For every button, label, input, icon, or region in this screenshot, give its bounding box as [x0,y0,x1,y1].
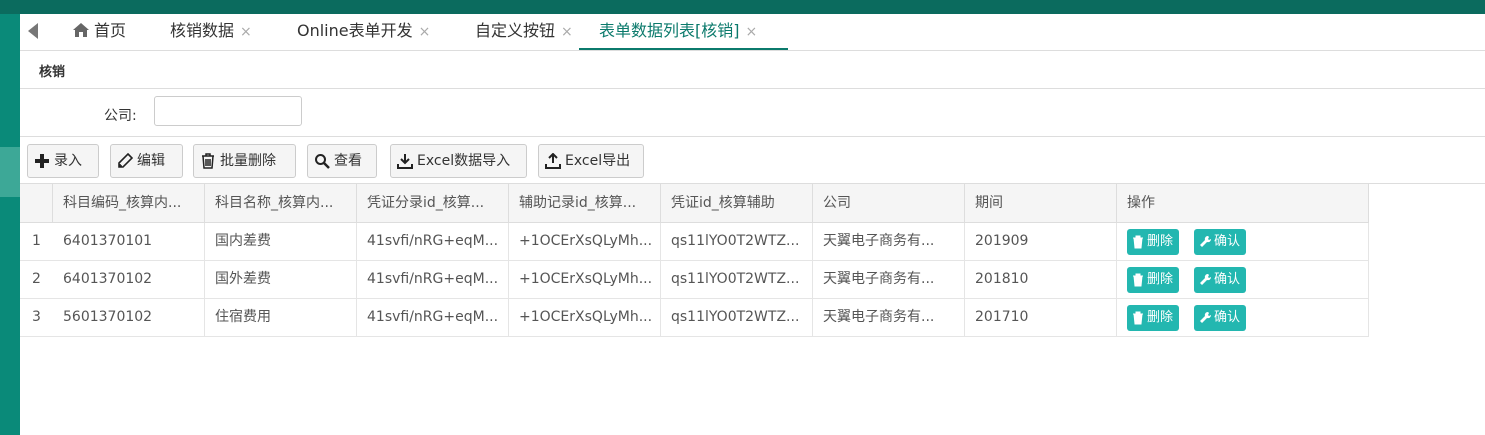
wrench-icon [1200,235,1211,247]
close-icon[interactable]: × [419,24,431,40]
table-cell[interactable]: 天翼电子商务有... [813,299,965,337]
row-delete-button[interactable]: 删除 [1127,267,1180,293]
table-cell[interactable]: 住宿费用 [205,299,357,337]
excel-export-button[interactable]: Excel导出 [538,144,644,178]
table-cell[interactable]: qs11lYO0T2WTZ... [661,299,813,337]
download-icon [397,154,413,169]
tab-bar: 首页 核销数据 × Online表单开发 × 自定义按钮 × 表单数据列表[核销] × [20,14,1485,51]
batch-delete-button[interactable]: 批量删除 [193,144,296,178]
table-cell[interactable]: 41svfi/nRG+eqM... [357,299,509,337]
table-cell[interactable]: 201810 [965,261,1117,299]
plus-icon [35,154,49,168]
row-actions: 删除 确认 [1117,261,1369,299]
tab-home[interactable]: 首页 [73,14,126,48]
search-icon [315,154,330,169]
search-form: 公司: [20,89,1485,137]
wrench-icon [1200,311,1211,323]
row-confirm-button[interactable]: 确认 [1194,305,1247,331]
table-cell[interactable]: +1OCErXsQLyMh... [509,261,661,299]
column-header[interactable]: 科目名称_核算内... [205,184,357,222]
table-cell[interactable]: 201909 [965,223,1117,261]
upload-icon [545,153,561,169]
column-header[interactable]: 辅助记录id_核算... [509,184,661,222]
row-actions: 删除 确认 [1117,223,1369,261]
table-cell[interactable]: 5601370102 [53,299,205,337]
table-cell[interactable]: 天翼电子商务有... [813,261,965,299]
row-confirm-button[interactable]: 确认 [1194,267,1247,293]
view-button[interactable]: 查看 [307,144,377,178]
wrench-icon [1200,273,1211,285]
table-cell[interactable]: 6401370101 [53,223,205,261]
edit-button-label: 编辑 [137,153,165,169]
row-number-header [20,184,53,222]
row-confirm-button[interactable]: 确认 [1194,229,1247,255]
tab-label: 表单数据列表[核销] [599,21,740,40]
table-cell[interactable]: 6401370102 [53,261,205,299]
company-input[interactable] [154,96,302,126]
tab-label: Online表单开发 [297,21,413,40]
sidebar-active-indicator [0,147,20,197]
table-cell[interactable]: 41svfi/nRG+eqM... [357,261,509,299]
view-button-label: 查看 [334,153,362,169]
excel-export-button-label: Excel导出 [565,153,631,169]
trash-icon [202,153,214,169]
row-number: 2 [20,261,53,299]
table-cell[interactable]: 201710 [965,299,1117,337]
tab-writeoff-data[interactable]: 核销数据 × [170,14,252,48]
table-cell[interactable]: qs11lYO0T2WTZ... [661,223,813,261]
add-button-label: 录入 [54,153,82,169]
table-cell[interactable]: 国内差费 [205,223,357,261]
page-title: 核销 [39,65,66,80]
tab-label: 首页 [94,21,127,40]
row-confirm-label: 确认 [1214,234,1241,249]
close-icon[interactable]: × [240,24,252,40]
row-delete-label: 删除 [1147,310,1174,325]
edit-button[interactable]: 编辑 [110,144,183,178]
tab-scroll-left-icon[interactable] [28,23,38,39]
panel-header: 核销 [20,51,1485,89]
table-cell[interactable]: 41svfi/nRG+eqM... [357,223,509,261]
tab-online-form-dev[interactable]: Online表单开发 × [297,14,430,48]
row-delete-button[interactable]: 删除 [1127,229,1180,255]
company-label: 公司: [104,108,137,124]
column-header[interactable]: 期间 [965,184,1117,222]
tab-label: 核销数据 [170,21,235,40]
tab-form-data-list[interactable]: 表单数据列表[核销] × [579,14,788,50]
pencil-icon [118,153,133,168]
table-cell[interactable]: 天翼电子商务有... [813,223,965,261]
close-icon[interactable]: × [561,24,573,40]
row-actions: 删除 确认 [1117,299,1369,337]
column-header[interactable]: 公司 [813,184,965,222]
table-cell[interactable]: qs11lYO0T2WTZ... [661,261,813,299]
column-header[interactable]: 凭证id_核算辅助 [661,184,813,222]
table-cell[interactable]: +1OCErXsQLyMh... [509,223,661,261]
row-confirm-label: 确认 [1214,310,1241,325]
toolbar: 录入 编辑 批量删除 查看 Excel数据导入 Excel导出 [20,137,1485,184]
trash-icon [1133,235,1143,249]
row-confirm-label: 确认 [1214,272,1241,287]
sidebar-strip[interactable] [0,14,20,435]
batch-delete-button-label: 批量删除 [220,153,276,169]
close-icon[interactable]: × [746,24,758,40]
row-number: 3 [20,299,53,337]
excel-import-button-label: Excel数据导入 [417,153,511,169]
home-icon [73,23,89,37]
tab-custom-button[interactable]: 自定义按钮 × [475,14,573,48]
column-header[interactable]: 凭证分录id_核算... [357,184,509,222]
add-button[interactable]: 录入 [27,144,99,178]
row-number: 1 [20,223,53,261]
table-cell[interactable]: 国外差费 [205,261,357,299]
top-header-bar [0,0,1485,14]
trash-icon [1133,273,1143,287]
trash-icon [1133,311,1143,325]
column-header: 操作 [1117,184,1369,222]
table-cell[interactable]: +1OCErXsQLyMh... [509,299,661,337]
column-header[interactable]: 科目编码_核算内... [53,184,205,222]
row-delete-label: 删除 [1147,272,1174,287]
row-delete-button[interactable]: 删除 [1127,305,1180,331]
excel-import-button[interactable]: Excel数据导入 [390,144,527,178]
tab-label: 自定义按钮 [475,21,556,40]
row-delete-label: 删除 [1147,234,1174,249]
